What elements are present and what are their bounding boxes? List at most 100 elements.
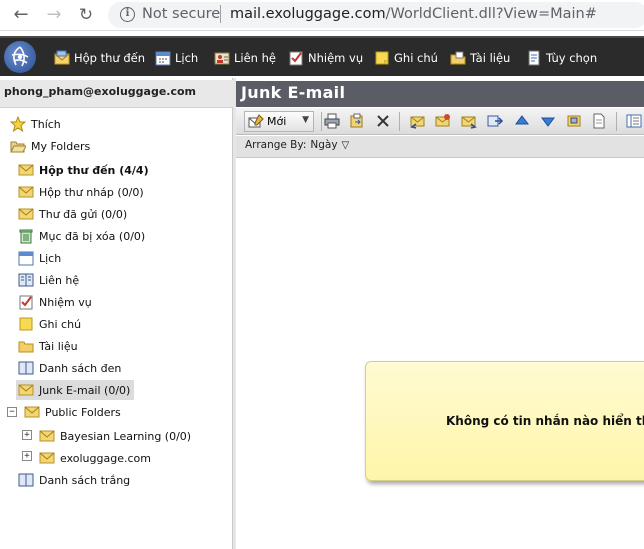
sort-dropdown-icon[interactable]: ▽ [342,140,350,151]
folder-whitelist[interactable]: Danh sách trắng [18,470,130,490]
calendar-icon [18,251,34,266]
reply-button[interactable] [408,111,428,131]
envelope-icon [18,164,34,176]
nav-documents-label: Tài liệu [470,51,511,65]
envelope-icon [39,452,55,464]
page-view-button[interactable] [589,111,609,131]
nav-inbox[interactable]: Hộp thư đến [54,48,145,68]
folder-notes[interactable]: Ghi chú [18,314,81,334]
url-host: mail.exoluggage.com [230,6,386,22]
next-message-button[interactable] [538,111,558,131]
folder-drafts-label: Hộp thư nháp (0/0) [39,185,144,199]
delete-x-icon [377,115,389,127]
sort-label: Arrange By: [245,139,307,151]
nav-contacts[interactable]: Liên hệ [214,48,276,68]
info-icon[interactable]: i [120,7,135,22]
collapse-toggle[interactable]: − [7,407,17,417]
folder-deleted-label: Mục đã bị xóa (0/0) [39,229,146,243]
folder-bayesian-learning[interactable]: Bayesian Learning (0/0) [39,426,191,446]
nav-notes[interactable]: Ghi chú [374,48,438,68]
message-list [236,159,644,549]
folder-contacts[interactable]: Liên hệ [18,270,79,290]
redirect-icon [487,115,504,127]
folder-calendar[interactable]: Lịch [18,248,61,268]
folder-my-folders[interactable]: My Folders [10,136,90,156]
nav-options[interactable]: Tùy chọn [526,48,597,68]
folder-domain[interactable]: exoluggage.com [39,448,151,468]
reply-all-button[interactable] [433,111,453,131]
address-book-icon [18,273,34,287]
folder-tasks[interactable]: Nhiệm vụ [18,292,92,312]
empty-state-message: Không có tin nhắn nào hiển thị. [446,414,644,428]
nav-documents[interactable]: Tài liệu [450,48,510,68]
forward-icon [461,116,477,129]
reading-pane-icon [626,114,642,128]
open-folder-icon [10,141,26,153]
url-text[interactable]: mail.exoluggage.com/WorldClient.dll?View… [230,6,597,22]
task-checklist-icon [289,51,303,66]
envelope-icon [39,430,55,442]
folder-public-folders[interactable]: Public Folders [24,402,121,422]
document-folder-icon [450,51,466,65]
expand-toggle[interactable]: + [22,430,32,440]
nav-calendar-label: Lịch [175,51,199,65]
folder-sent-label: Thư đã gửi (0/0) [39,207,128,221]
chevron-down-icon[interactable]: ▼ [302,115,309,125]
back-arrow-icon[interactable]: ← [11,5,31,25]
sort-bar: Arrange By: Ngày ▽ [236,136,644,158]
folder-favorites[interactable]: Thích [10,114,61,134]
expand-toggle[interactable]: + [22,451,32,461]
folder-inbox-label: Hộp thư đến (4/4) [39,163,149,177]
print-button[interactable] [322,111,342,131]
address-book-icon [18,361,34,375]
new-message-button[interactable]: Mới ▼ [244,111,314,132]
address-bar[interactable]: i Not secure mail.exoluggage.com/WorldCl… [108,2,644,28]
mdaemon-logo-icon[interactable] [4,41,36,73]
nav-notes-label: Ghi chú [394,51,438,65]
forward-arrow-icon[interactable]: → [44,5,64,25]
delete-button[interactable] [373,111,393,131]
move-to-folder-icon [350,113,363,128]
forward-button[interactable] [459,111,479,131]
folder-domain-label: exoluggage.com [60,451,151,465]
sort-value[interactable]: Ngày [310,139,337,151]
new-message-label: Mới [267,115,287,128]
arrow-up-icon [515,115,529,125]
address-book-icon [18,473,34,487]
view-source-button[interactable] [564,111,584,131]
folder-notes-label: Ghi chú [39,317,82,331]
folder-contacts-label: Liên hệ [39,273,80,287]
folder-drafts[interactable]: Hộp thư nháp (0/0) [18,182,144,202]
folder-sent[interactable]: Thư đã gửi (0/0) [18,204,127,224]
folder-my-folders-label: My Folders [31,139,91,153]
task-checklist-icon [19,295,33,310]
folder-junk[interactable]: Junk E-mail (0/0) [16,380,135,400]
envelope-icon [54,50,70,65]
nav-tasks[interactable]: Nhiệm vụ [288,48,363,68]
folder-documents-label: Tài liệu [39,339,78,353]
security-label[interactable]: Not secure [142,6,220,22]
layout-button[interactable] [624,111,644,131]
folder-tasks-label: Nhiệm vụ [39,295,92,309]
envelope-icon [24,406,40,418]
empty-state-box: Không có tin nhắn nào hiển thị. [365,361,644,481]
star-icon [10,116,26,132]
url-path: /WorldClient.dll?View=Main# [385,6,597,22]
sticky-note-icon [375,51,389,65]
folder-bayesian-learning-label: Bayesian Learning (0/0) [60,429,192,443]
envelope-icon [18,186,34,198]
previous-message-button[interactable] [512,111,532,131]
toolbar-divider [616,112,617,131]
folder-deleted[interactable]: Mục đã bị xóa (0/0) [18,226,145,246]
folder-blacklist[interactable]: Danh sách đen [18,358,121,378]
folder-inbox[interactable]: Hộp thư đến (4/4) [18,160,149,180]
nav-tasks-label: Nhiệm vụ [308,51,364,65]
folder-documents[interactable]: Tài liệu [18,336,78,356]
move-button[interactable] [347,111,367,131]
app-navigation-bar: Hộp thư đến Lịch Liên hệ Nhiệm vụ Ghi ch… [0,36,644,76]
nav-calendar[interactable]: Lịch [155,48,198,68]
nav-inbox-label: Hộp thư đến [74,51,146,65]
url-divider [220,5,221,23]
reload-icon[interactable]: ↻ [76,5,96,25]
redirect-button[interactable] [485,111,505,131]
